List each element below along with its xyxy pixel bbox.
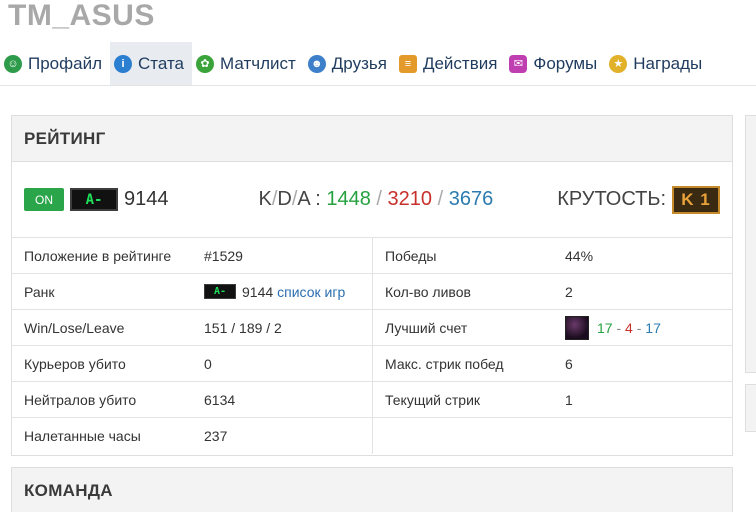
stat-row: Нейтралов убито 6134 [12,382,372,418]
actions-icon: ≡ [398,54,417,73]
kda-kills: 1448 [326,188,371,210]
stat-label: Win/Lose/Leave [24,319,125,336]
stat-value: 0 [204,355,212,372]
stat-value: 151 / 189 / 2 [204,319,282,336]
stat-row: Макс. стрик побед 6 [373,346,732,382]
stats-right-column: Победы 44% Кол-во ливов 2 Лучший счет 17… [372,238,732,454]
games-list-link[interactable]: список игр [277,284,345,300]
kda-a-letter: A [297,188,310,210]
stat-label: Лучший счет [385,319,468,336]
stat-value: A- 9144 список игр [204,284,345,300]
tab-forums[interactable]: ✉ Форумы [505,42,605,85]
rank-badge: A- [70,188,118,211]
stat-label: Положение в рейтинге [24,247,172,264]
side-panel-bottom [745,384,756,432]
stat-row: Win/Lose/Leave 151 / 189 / 2 [12,310,372,346]
rank-rating: 9144 [242,283,274,300]
tab-stats[interactable]: i Стата [110,42,193,85]
tab-friends[interactable]: ☻ Друзья [304,42,395,85]
best-score[interactable]: 17 - 4 - 17 [565,315,661,340]
friends-icon: ☻ [307,54,326,73]
tab-label: Друзья [331,53,387,73]
stats-table: Положение в рейтинге #1529 Ранк A- 9144 … [12,238,732,454]
side-panel-top [745,115,756,373]
stat-value: 6134 [204,391,236,408]
coolness: КРУТОСТЬ: K 1 [557,185,720,214]
team-panel: КОМАНДА [11,467,733,512]
coolness-label: КРУТОСТЬ: [557,188,666,210]
team-panel-title: КОМАНДА [12,468,732,512]
profile-tabs: ☺ Профайл i Стата ✿ Матчлист ☻ Друзья ≡ … [0,42,756,86]
tab-label: Профайл [28,53,102,73]
stat-value: 237 [204,428,228,444]
rating-panel-title: РЕЙТИНГ [12,116,732,162]
rating-value: 9144 [124,188,169,210]
stat-label: Налетанные часы [24,428,141,444]
stat-value: 44% [565,247,594,264]
tab-label: Матчлист [220,53,296,73]
stat-row: Налетанные часы 237 [12,418,372,454]
kda-display: K/D/A : 1448 / 3210 / 3676 [258,188,494,210]
tab-label: Действия [422,53,498,73]
best-assists: 17 [645,319,661,336]
kda-k-letter: K [258,188,272,210]
stat-value: 1 [565,391,573,408]
stat-label: Ранк [24,283,55,300]
stat-row: Курьеров убито 0 [12,346,372,382]
best-kills: 17 [597,319,613,336]
stat-value: 2 [565,283,573,300]
stat-row: Победы 44% [373,238,732,274]
tab-label: Стата [138,53,185,73]
stat-value: 6 [565,355,573,372]
kda-d-letter: D [277,188,292,210]
stat-label: Курьеров убито [24,355,126,372]
tab-actions[interactable]: ≡ Действия [395,42,505,85]
stat-value: #1529 [204,247,243,264]
stat-row: Ранк A- 9144 список игр [12,274,372,310]
profile-icon: ☺ [4,54,22,73]
tab-awards[interactable]: ★ Награды [605,42,710,85]
stat-label: Кол-во ливов [385,283,471,300]
stat-label: Победы [385,247,437,264]
tab-label: Награды [633,53,703,73]
awards-icon: ★ [609,54,628,73]
stats-icon: i [114,54,132,73]
stat-row: Текущий стрик 1 [373,382,732,418]
username-title: TM_ASUS [8,0,155,32]
stat-row: Лучший счет 17 - 4 - 17 [373,310,732,346]
stat-label: Текущий стрик [385,391,481,408]
stat-row-empty [373,418,732,454]
stat-label: Макс. стрик побед [385,355,504,372]
status-on-badge[interactable]: ON [24,188,64,211]
tab-profile[interactable]: ☺ Профайл [0,42,110,85]
forums-icon: ✉ [509,54,528,73]
stats-left-column: Положение в рейтинге #1529 Ранк A- 9144 … [12,238,372,454]
page: TM_ASUS ☺ Профайл i Стата ✿ Матчлист ☻ Д… [0,0,756,512]
stat-row: Положение в рейтинге #1529 [12,238,372,274]
rating-panel: РЕЙТИНГ ON A- 9144 K/D/A : 1448 / 3210 /… [11,115,733,456]
matchlist-icon: ✿ [196,54,215,73]
stat-label: Нейтралов убито [24,391,137,408]
tab-label: Форумы [533,53,598,73]
rating-summary: ON A- 9144 K/D/A : 1448 / 3210 / 3676 КР… [12,162,732,238]
tab-matchlist[interactable]: ✿ Матчлист [192,42,304,85]
stat-row: Кол-во ливов 2 [373,274,732,310]
best-deaths: 4 [625,319,633,336]
coolness-badge: K 1 [672,185,720,214]
kda-assists: 3676 [448,188,494,210]
rank-badge-small: A- [204,284,236,299]
kda-deaths: 3210 [387,188,433,210]
hero-portrait [565,315,589,340]
